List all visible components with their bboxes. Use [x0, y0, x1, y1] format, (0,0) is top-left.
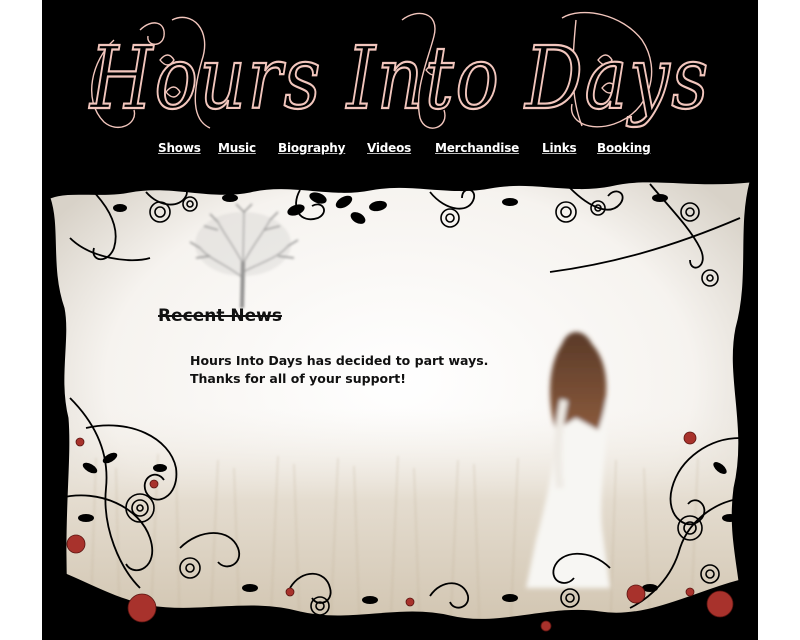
nav-shows[interactable]: Shows: [158, 141, 201, 155]
nav-merchandise[interactable]: Merchandise: [435, 141, 519, 155]
page-frame: Hours Into Days Shows Music Biography Vi…: [42, 0, 758, 640]
news-body: Hours Into Days has decided to part ways…: [190, 353, 489, 386]
nav-biography[interactable]: Biography: [278, 141, 345, 155]
background-art: [50, 168, 750, 640]
logo-text: Hours Into Days: [88, 29, 710, 129]
news-heading: Recent News: [158, 306, 282, 326]
nav-booking[interactable]: Booking: [597, 141, 651, 155]
site-logo[interactable]: Hours Into Days: [42, 0, 758, 140]
nav-videos[interactable]: Videos: [367, 141, 411, 155]
site-header: Hours Into Days Shows Music Biography Vi…: [42, 0, 758, 168]
content-area: Recent News Hours Into Days has decided …: [50, 168, 750, 640]
main-nav: Shows Music Biography Videos Merchandise…: [42, 141, 758, 161]
nav-music[interactable]: Music: [218, 141, 256, 155]
nav-links[interactable]: Links: [542, 141, 577, 155]
